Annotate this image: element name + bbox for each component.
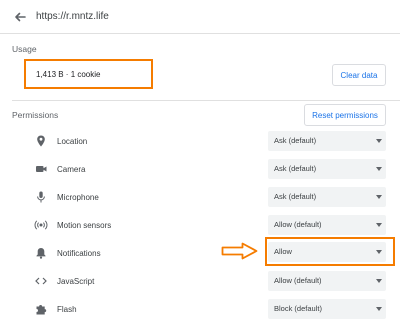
clear-data-button[interactable]: Clear data <box>332 64 386 86</box>
microphone-select-value: Ask (default) <box>274 192 317 201</box>
chevron-down-icon <box>376 279 382 283</box>
permission-label-javascript: JavaScript <box>57 277 95 286</box>
section-divider <box>12 100 400 101</box>
permission-label-flash: Flash <box>57 305 77 314</box>
camera-select[interactable]: Ask (default) <box>268 159 386 179</box>
arrow-right-icon <box>221 242 258 260</box>
chevron-down-icon <box>376 167 382 171</box>
microphone-select[interactable]: Ask (default) <box>268 187 386 207</box>
flash-select[interactable]: Block (default) <box>268 299 386 319</box>
permission-label-microphone: Microphone <box>57 193 99 202</box>
permission-label-motion-sensors: Motion sensors <box>57 221 112 230</box>
permission-label-location: Location <box>57 137 88 146</box>
javascript-select[interactable]: Allow (default) <box>268 271 386 291</box>
camera-select-value: Ask (default) <box>274 164 317 173</box>
location-pin-icon <box>37 135 45 147</box>
notifications-highlight-box <box>265 237 395 266</box>
flash-select-value: Block (default) <box>274 304 322 313</box>
microphone-icon <box>37 191 45 203</box>
reset-permissions-button[interactable]: Reset permissions <box>304 104 386 126</box>
motion-sensors-select-value: Allow (default) <box>274 220 322 229</box>
chevron-down-icon <box>376 307 382 311</box>
permission-label-notifications: Notifications <box>57 249 101 258</box>
camera-icon <box>36 166 47 172</box>
location-select-value: Ask (default) <box>274 136 317 145</box>
chevron-down-icon <box>376 139 382 143</box>
permissions-heading: Permissions <box>12 110 59 120</box>
motion-sensors-select[interactable]: Allow (default) <box>268 215 386 235</box>
usage-value: 1,413 B · 1 cookie <box>36 70 101 79</box>
puzzle-icon <box>36 305 47 315</box>
site-settings-header: https://r.mntz.life <box>0 0 400 34</box>
usage-heading: Usage <box>12 44 37 54</box>
site-url: https://r.mntz.life <box>36 11 109 22</box>
permission-label-camera: Camera <box>57 165 86 174</box>
chevron-down-icon <box>376 195 382 199</box>
code-brackets-icon <box>35 277 47 285</box>
arrow-left-icon[interactable] <box>12 9 28 25</box>
bell-icon <box>36 248 46 259</box>
chevron-down-icon <box>376 223 382 227</box>
location-select[interactable]: Ask (default) <box>268 131 386 151</box>
javascript-select-value: Allow (default) <box>274 276 322 285</box>
motion-sensors-icon <box>34 220 48 230</box>
